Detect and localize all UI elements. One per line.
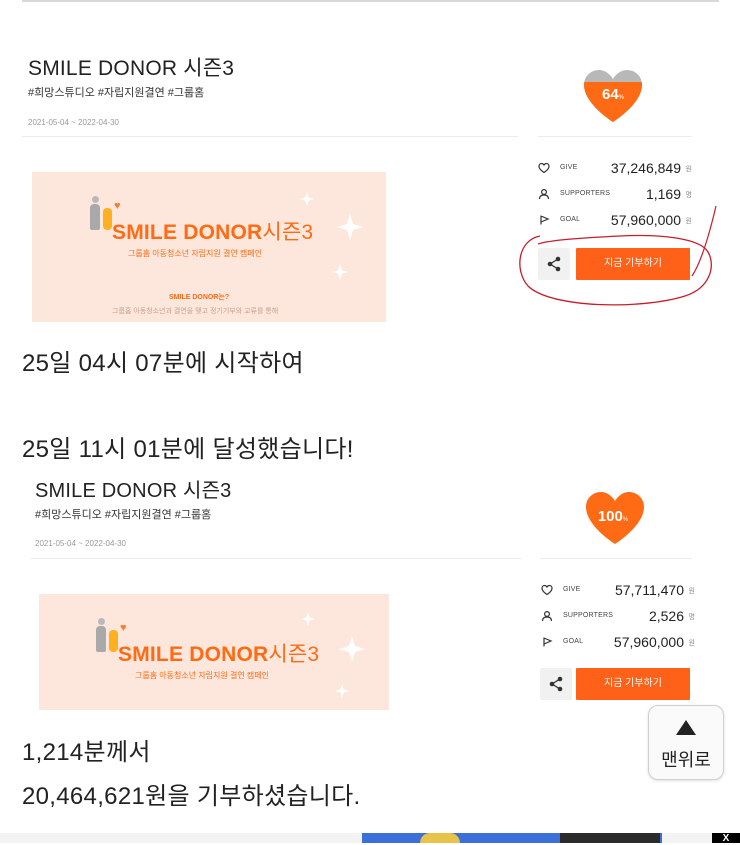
scroll-to-top-label: 맨위로	[661, 750, 711, 770]
banner-subtitle: 그룹홈 아동청소년 자립지원 결연 캠페인	[128, 249, 263, 258]
divider	[22, 136, 518, 137]
give-amount: 37,246,849	[610, 160, 681, 176]
heart-icon: ♥	[120, 622, 127, 634]
campaign-banner[interactable]: ♥ SMILE DONOR시즌3 그룹홈 아동청소년 자립지원 결연 캠페인	[39, 594, 389, 710]
divider	[30, 558, 522, 559]
divider	[540, 558, 692, 559]
campaign-dates: 2021-05-04 ~ 2022-04-30	[28, 118, 119, 127]
supporters-count: 2,526	[648, 608, 684, 624]
sparkle-icon	[337, 214, 363, 240]
heart-outline-icon	[538, 162, 550, 174]
heart-outline-icon	[541, 584, 553, 596]
heart-icon: ♥	[114, 200, 121, 212]
banner-logo: SMILE DONOR시즌3	[118, 643, 320, 666]
sparkle-icon	[332, 264, 348, 280]
give-amount: 57,711,470	[614, 582, 684, 598]
hand-drawn-annotation	[519, 205, 717, 306]
banner-logo: SMILE DONOR시즌3	[112, 221, 314, 244]
top-divider	[22, 0, 719, 2]
stat-supporters: SUPPORTERS 2,526 명	[541, 608, 695, 628]
goal-amount: 57,960,000	[613, 634, 684, 650]
donate-now-button[interactable]: 지금 기부하기	[576, 668, 690, 700]
campaign-banner[interactable]: ♥ SMILE DONOR시즌3 그룹홈 아동청소년 자립지원 결연 캠페인 S…	[32, 172, 386, 322]
campaign-dates: 2021-05-04 ~ 2022-04-30	[35, 539, 126, 548]
sparkle-icon	[339, 636, 365, 662]
stat-give: GIVE 57,711,470 원	[541, 582, 695, 602]
person-icon	[541, 610, 553, 622]
caption-donor-count: 1,214분께서	[22, 739, 151, 766]
ad-close-button[interactable]: X	[712, 833, 740, 844]
caption-achieved: 25일 11시 01분에 달성했습니다!	[22, 436, 354, 463]
progress-percent: 100%	[597, 508, 629, 525]
campaign-title[interactable]: SMILE DONOR 시즌3	[28, 52, 234, 82]
share-button[interactable]	[540, 668, 572, 700]
family-figure-icon	[96, 618, 118, 654]
sparkle-icon	[301, 612, 315, 626]
progress-percent: 64%	[601, 86, 625, 103]
caption-donation-total: 20,464,621원을 기부하셨습니다.	[22, 783, 361, 810]
banner-small-title: SMILE DONOR는?	[169, 294, 230, 301]
campaign-tags: #희망스튜디오 #자립지원결연 #그룹홈	[35, 509, 212, 521]
flag-icon	[543, 637, 553, 647]
scroll-to-top-button[interactable]: 맨위로	[648, 705, 724, 780]
share-icon	[549, 676, 563, 692]
banner-subtitle: 그룹홈 아동청소년 자립지원 결연 캠페인	[135, 671, 270, 680]
arrow-up-icon	[676, 720, 696, 735]
stat-give: GIVE 37,246,849 원	[538, 160, 692, 180]
campaign-title[interactable]: SMILE DONOR 시즌3	[35, 474, 232, 503]
divider	[538, 136, 692, 137]
caption-start: 25일 04시 07분에 시작하여	[22, 350, 304, 377]
person-icon	[538, 188, 550, 200]
banner-small-text: 그룹홈 아동청소년과 결연을 맺고 정기기부와 교류를 통해	[112, 308, 279, 315]
ad-image-detail	[420, 833, 460, 843]
sparkle-icon	[300, 192, 314, 206]
sparkle-icon	[335, 684, 349, 698]
stat-goal: GOAL 57,960,000 원	[541, 634, 695, 654]
family-figure-icon	[90, 196, 112, 232]
campaign-tags: #희망스튜디오 #자립지원결연 #그룹홈	[28, 87, 205, 99]
ad-image-detail	[560, 833, 660, 843]
